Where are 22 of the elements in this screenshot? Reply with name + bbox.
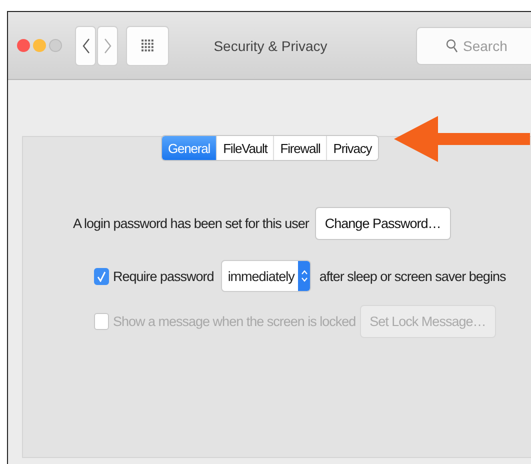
grid-icon [141,39,154,52]
change-password-button[interactable]: Change Password… [314,206,451,240]
minimize-button[interactable] [33,39,46,52]
chevron-left-icon [82,38,90,54]
delay-dropdown[interactable]: immediately [220,260,312,292]
stepper-arrows-icon [300,269,308,283]
checkbox-label: Show a message when the screen is locked [113,314,356,329]
set-lock-message-button: Set Lock Message… [360,305,496,338]
show-all-button[interactable] [126,26,169,66]
checkbox-label: Require password [113,268,214,284]
checkbox[interactable] [94,268,109,284]
search-field[interactable]: Search [416,26,531,64]
tab[interactable]: Privacy [326,136,378,160]
password-status-label: A login password has been set for this user [73,216,309,230]
back-button[interactable] [75,26,96,66]
setting-label: after sleep or screen saver begins [319,268,506,284]
zoom-button[interactable] [49,39,62,52]
search-icon [446,38,458,52]
window-title: Security & Privacy [212,38,328,54]
chevron-right-icon [104,38,112,54]
forward-button[interactable] [97,26,118,66]
close-button[interactable] [17,39,30,52]
